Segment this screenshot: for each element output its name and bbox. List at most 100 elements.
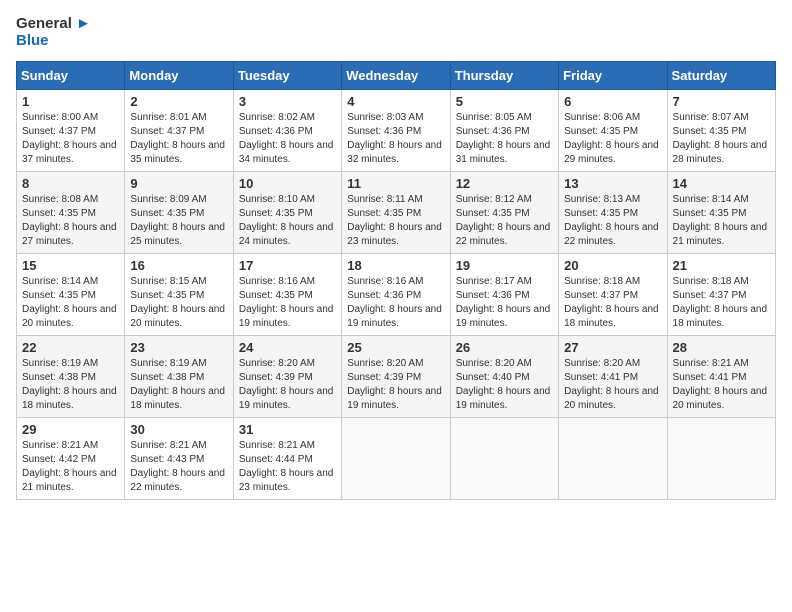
day-info: Sunrise: 8:08 AM Sunset: 4:35 PM Dayligh… <box>22 193 119 249</box>
week-row-1: 1 Sunrise: 8:00 AM Sunset: 4:37 PM Dayli… <box>17 90 776 172</box>
day-info: Sunrise: 8:21 AM Sunset: 4:42 PM Dayligh… <box>22 439 119 495</box>
day-info: Sunrise: 8:00 AM Sunset: 4:37 PM Dayligh… <box>22 111 119 167</box>
empty-cell <box>342 418 450 500</box>
day-cell-29: 29 Sunrise: 8:21 AM Sunset: 4:42 PM Dayl… <box>17 418 125 500</box>
day-number: 11 <box>347 176 444 191</box>
day-number: 10 <box>239 176 336 191</box>
day-info: Sunrise: 8:02 AM Sunset: 4:36 PM Dayligh… <box>239 111 336 167</box>
day-number: 18 <box>347 258 444 273</box>
day-cell-15: 15 Sunrise: 8:14 AM Sunset: 4:35 PM Dayl… <box>17 254 125 336</box>
day-cell-5: 5 Sunrise: 8:05 AM Sunset: 4:36 PM Dayli… <box>450 90 558 172</box>
day-cell-16: 16 Sunrise: 8:15 AM Sunset: 4:35 PM Dayl… <box>125 254 233 336</box>
week-row-2: 8 Sunrise: 8:08 AM Sunset: 4:35 PM Dayli… <box>17 172 776 254</box>
col-header-thursday: Thursday <box>450 62 558 90</box>
day-cell-28: 28 Sunrise: 8:21 AM Sunset: 4:41 PM Dayl… <box>667 336 775 418</box>
day-info: Sunrise: 8:11 AM Sunset: 4:35 PM Dayligh… <box>347 193 444 249</box>
day-info: Sunrise: 8:12 AM Sunset: 4:35 PM Dayligh… <box>456 193 553 249</box>
day-cell-8: 8 Sunrise: 8:08 AM Sunset: 4:35 PM Dayli… <box>17 172 125 254</box>
day-info: Sunrise: 8:06 AM Sunset: 4:35 PM Dayligh… <box>564 111 661 167</box>
empty-cell <box>667 418 775 500</box>
day-number: 8 <box>22 176 119 191</box>
day-info: Sunrise: 8:01 AM Sunset: 4:37 PM Dayligh… <box>130 111 227 167</box>
day-number: 20 <box>564 258 661 273</box>
day-number: 23 <box>130 340 227 355</box>
day-info: Sunrise: 8:18 AM Sunset: 4:37 PM Dayligh… <box>673 275 770 331</box>
day-info: Sunrise: 8:03 AM Sunset: 4:36 PM Dayligh… <box>347 111 444 167</box>
day-cell-17: 17 Sunrise: 8:16 AM Sunset: 4:35 PM Dayl… <box>233 254 341 336</box>
day-number: 25 <box>347 340 444 355</box>
day-number: 27 <box>564 340 661 355</box>
day-cell-14: 14 Sunrise: 8:14 AM Sunset: 4:35 PM Dayl… <box>667 172 775 254</box>
day-info: Sunrise: 8:17 AM Sunset: 4:36 PM Dayligh… <box>456 275 553 331</box>
header: General ► Blue <box>16 16 776 49</box>
day-cell-2: 2 Sunrise: 8:01 AM Sunset: 4:37 PM Dayli… <box>125 90 233 172</box>
day-number: 12 <box>456 176 553 191</box>
day-number: 22 <box>22 340 119 355</box>
header-row: SundayMondayTuesdayWednesdayThursdayFrid… <box>17 62 776 90</box>
day-info: Sunrise: 8:21 AM Sunset: 4:44 PM Dayligh… <box>239 439 336 495</box>
day-cell-13: 13 Sunrise: 8:13 AM Sunset: 4:35 PM Dayl… <box>559 172 667 254</box>
calendar-table: SundayMondayTuesdayWednesdayThursdayFrid… <box>16 61 776 500</box>
day-cell-7: 7 Sunrise: 8:07 AM Sunset: 4:35 PM Dayli… <box>667 90 775 172</box>
day-info: Sunrise: 8:05 AM Sunset: 4:36 PM Dayligh… <box>456 111 553 167</box>
col-header-sunday: Sunday <box>17 62 125 90</box>
day-number: 28 <box>673 340 770 355</box>
day-number: 29 <box>22 422 119 437</box>
empty-cell <box>450 418 558 500</box>
day-cell-1: 1 Sunrise: 8:00 AM Sunset: 4:37 PM Dayli… <box>17 90 125 172</box>
day-cell-23: 23 Sunrise: 8:19 AM Sunset: 4:38 PM Dayl… <box>125 336 233 418</box>
day-cell-21: 21 Sunrise: 8:18 AM Sunset: 4:37 PM Dayl… <box>667 254 775 336</box>
day-cell-4: 4 Sunrise: 8:03 AM Sunset: 4:36 PM Dayli… <box>342 90 450 172</box>
day-number: 16 <box>130 258 227 273</box>
col-header-monday: Monday <box>125 62 233 90</box>
day-number: 2 <box>130 94 227 109</box>
logo-text: General ► Blue <box>16 16 91 49</box>
day-number: 26 <box>456 340 553 355</box>
day-cell-30: 30 Sunrise: 8:21 AM Sunset: 4:43 PM Dayl… <box>125 418 233 500</box>
day-info: Sunrise: 8:19 AM Sunset: 4:38 PM Dayligh… <box>130 357 227 413</box>
week-row-4: 22 Sunrise: 8:19 AM Sunset: 4:38 PM Dayl… <box>17 336 776 418</box>
logo: General ► Blue <box>16 16 91 49</box>
day-cell-20: 20 Sunrise: 8:18 AM Sunset: 4:37 PM Dayl… <box>559 254 667 336</box>
day-info: Sunrise: 8:14 AM Sunset: 4:35 PM Dayligh… <box>673 193 770 249</box>
day-cell-10: 10 Sunrise: 8:10 AM Sunset: 4:35 PM Dayl… <box>233 172 341 254</box>
day-info: Sunrise: 8:14 AM Sunset: 4:35 PM Dayligh… <box>22 275 119 331</box>
day-number: 7 <box>673 94 770 109</box>
day-number: 13 <box>564 176 661 191</box>
day-cell-6: 6 Sunrise: 8:06 AM Sunset: 4:35 PM Dayli… <box>559 90 667 172</box>
day-info: Sunrise: 8:09 AM Sunset: 4:35 PM Dayligh… <box>130 193 227 249</box>
day-info: Sunrise: 8:21 AM Sunset: 4:41 PM Dayligh… <box>673 357 770 413</box>
day-number: 19 <box>456 258 553 273</box>
week-row-5: 29 Sunrise: 8:21 AM Sunset: 4:42 PM Dayl… <box>17 418 776 500</box>
col-header-friday: Friday <box>559 62 667 90</box>
day-info: Sunrise: 8:10 AM Sunset: 4:35 PM Dayligh… <box>239 193 336 249</box>
day-cell-26: 26 Sunrise: 8:20 AM Sunset: 4:40 PM Dayl… <box>450 336 558 418</box>
day-number: 24 <box>239 340 336 355</box>
day-info: Sunrise: 8:07 AM Sunset: 4:35 PM Dayligh… <box>673 111 770 167</box>
day-info: Sunrise: 8:16 AM Sunset: 4:35 PM Dayligh… <box>239 275 336 331</box>
day-cell-3: 3 Sunrise: 8:02 AM Sunset: 4:36 PM Dayli… <box>233 90 341 172</box>
day-cell-24: 24 Sunrise: 8:20 AM Sunset: 4:39 PM Dayl… <box>233 336 341 418</box>
empty-cell <box>559 418 667 500</box>
day-number: 30 <box>130 422 227 437</box>
day-info: Sunrise: 8:15 AM Sunset: 4:35 PM Dayligh… <box>130 275 227 331</box>
day-number: 15 <box>22 258 119 273</box>
day-info: Sunrise: 8:16 AM Sunset: 4:36 PM Dayligh… <box>347 275 444 331</box>
day-number: 4 <box>347 94 444 109</box>
day-cell-22: 22 Sunrise: 8:19 AM Sunset: 4:38 PM Dayl… <box>17 336 125 418</box>
day-info: Sunrise: 8:20 AM Sunset: 4:41 PM Dayligh… <box>564 357 661 413</box>
day-cell-25: 25 Sunrise: 8:20 AM Sunset: 4:39 PM Dayl… <box>342 336 450 418</box>
day-info: Sunrise: 8:21 AM Sunset: 4:43 PM Dayligh… <box>130 439 227 495</box>
day-number: 14 <box>673 176 770 191</box>
day-number: 31 <box>239 422 336 437</box>
day-cell-9: 9 Sunrise: 8:09 AM Sunset: 4:35 PM Dayli… <box>125 172 233 254</box>
day-info: Sunrise: 8:13 AM Sunset: 4:35 PM Dayligh… <box>564 193 661 249</box>
day-cell-12: 12 Sunrise: 8:12 AM Sunset: 4:35 PM Dayl… <box>450 172 558 254</box>
col-header-saturday: Saturday <box>667 62 775 90</box>
day-info: Sunrise: 8:20 AM Sunset: 4:39 PM Dayligh… <box>347 357 444 413</box>
day-cell-11: 11 Sunrise: 8:11 AM Sunset: 4:35 PM Dayl… <box>342 172 450 254</box>
day-number: 17 <box>239 258 336 273</box>
day-cell-31: 31 Sunrise: 8:21 AM Sunset: 4:44 PM Dayl… <box>233 418 341 500</box>
day-number: 3 <box>239 94 336 109</box>
day-number: 6 <box>564 94 661 109</box>
